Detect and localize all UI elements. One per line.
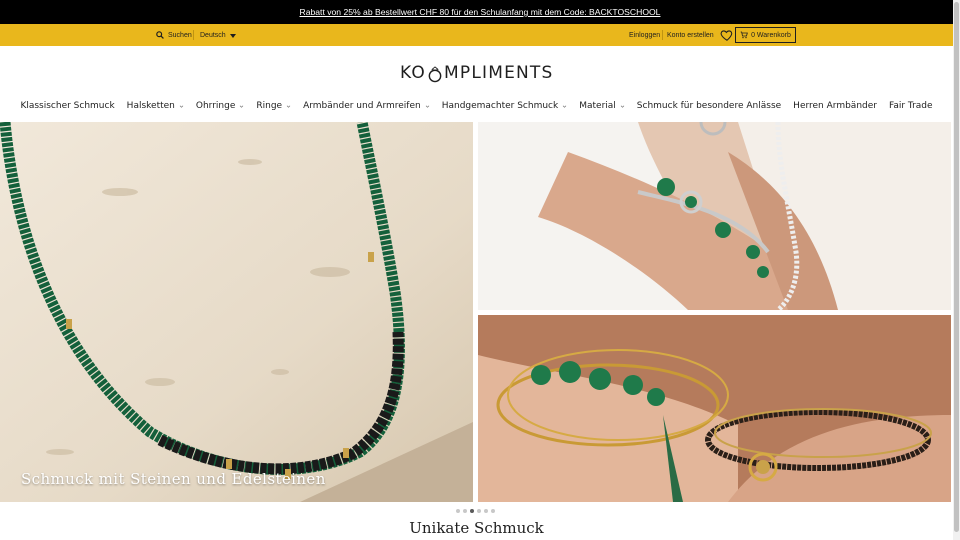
utility-bar: Suchen Deutsch Einloggen Konto erstellen… bbox=[0, 24, 953, 46]
logo-text-end: MPLIMENTS bbox=[444, 63, 554, 83]
signup-link[interactable]: Konto erstellen bbox=[667, 24, 714, 46]
hero-slide-silver-bracelet[interactable] bbox=[478, 122, 951, 310]
language-label: Deutsch bbox=[200, 31, 226, 39]
announcement-link[interactable]: Rabatt von 25% ab Bestellwert CHF 80 für… bbox=[300, 7, 661, 17]
nav-item-klassischer-schmuck[interactable]: Klassischer Schmuck bbox=[20, 101, 114, 111]
signup-label: Konto erstellen bbox=[667, 31, 714, 39]
scrollbar-thumb[interactable] bbox=[954, 2, 959, 532]
main-nav: Klassischer Schmuck Halsketten Ohrringe Rin… bbox=[0, 96, 953, 116]
nav-item-armbänder-und-armreifen[interactable]: Armbänder und Armreifen bbox=[303, 101, 430, 111]
wishlist-button[interactable] bbox=[720, 28, 734, 42]
hero-slide-necklace[interactable] bbox=[0, 122, 473, 502]
heart-icon bbox=[720, 30, 733, 41]
cart-label: 0 Warenkorb bbox=[751, 31, 791, 39]
nav-item-label: Handgemachter Schmuck bbox=[441, 101, 559, 111]
announcement-bar: Rabatt von 25% ab Bestellwert CHF 80 für… bbox=[0, 0, 960, 24]
nav-item-label: Ringe bbox=[256, 101, 283, 111]
nav-item-label: Klassischer Schmuck bbox=[20, 101, 115, 111]
slider-dot[interactable] bbox=[477, 509, 481, 513]
chevron-down-icon bbox=[425, 105, 429, 108]
chevron-down-icon bbox=[286, 105, 291, 108]
necklace-image bbox=[0, 122, 473, 502]
nav-item-herren-armbänder[interactable]: Herren Armbänder bbox=[793, 101, 877, 111]
nav-item-fair-trade[interactable]: Fair Trade bbox=[889, 101, 933, 111]
slider-dot[interactable] bbox=[470, 509, 474, 513]
divider bbox=[662, 30, 663, 40]
nav-item-label: Fair Trade bbox=[888, 101, 933, 111]
slider-dot[interactable] bbox=[456, 509, 460, 513]
chevron-down-icon bbox=[179, 105, 184, 108]
cart-button[interactable]: 0 Warenkorb bbox=[735, 27, 796, 43]
section-title: Unikate Schmuck bbox=[409, 519, 544, 537]
nav-item-label: Armbänder und Armreifen bbox=[303, 101, 421, 111]
site-logo[interactable]: KO MPLIMENTS bbox=[400, 63, 554, 83]
chevron-down-icon bbox=[240, 105, 244, 108]
slider-dots bbox=[456, 509, 495, 513]
chevron-down-icon bbox=[620, 105, 625, 108]
nav-item-material[interactable]: Material bbox=[579, 101, 625, 111]
slider-dot[interactable] bbox=[484, 509, 488, 513]
login-link[interactable]: Einloggen bbox=[629, 24, 660, 46]
ring-icon bbox=[428, 65, 442, 82]
page-scrollbar[interactable] bbox=[953, 0, 960, 540]
search-icon bbox=[156, 31, 164, 39]
nav-item-halsketten[interactable]: Halsketten bbox=[127, 101, 184, 111]
hero-slide-gold-bracelet[interactable] bbox=[478, 315, 951, 502]
login-label: Einloggen bbox=[629, 31, 661, 39]
nav-item-schmuck-für-besondere-anlässe[interactable]: Schmuck für besondere Anlässe bbox=[637, 101, 781, 111]
search-label: Suchen bbox=[168, 31, 192, 39]
search-button[interactable]: Suchen bbox=[156, 24, 192, 46]
nav-item-label: Herren Armbänder bbox=[793, 101, 877, 111]
nav-item-ringe[interactable]: Ringe bbox=[256, 101, 291, 111]
cart-icon bbox=[740, 31, 748, 39]
slider-dot[interactable] bbox=[463, 509, 467, 513]
silver-bracelet-image bbox=[478, 122, 951, 310]
slider-dot[interactable] bbox=[491, 509, 495, 513]
nav-item-handgemachter-schmuck[interactable]: Handgemachter Schmuck bbox=[442, 101, 568, 111]
gold-bracelet-image bbox=[478, 315, 951, 502]
nav-item-label: Halsketten bbox=[126, 101, 175, 111]
nav-item-label: Material bbox=[579, 101, 616, 111]
language-select[interactable]: Deutsch bbox=[200, 24, 236, 46]
nav-item-label: Ohrringe bbox=[195, 101, 236, 111]
hero-caption[interactable]: Schmuck mit Steinen und Edelsteinen bbox=[21, 470, 326, 488]
chevron-down-icon bbox=[562, 105, 567, 108]
logo-text-start: KO bbox=[400, 63, 426, 83]
divider bbox=[193, 30, 194, 40]
nav-item-ohrringe[interactable]: Ohrringe bbox=[196, 101, 245, 111]
nav-item-label: Schmuck für besondere Anlässe bbox=[636, 101, 782, 111]
chevron-down-icon bbox=[229, 33, 236, 38]
